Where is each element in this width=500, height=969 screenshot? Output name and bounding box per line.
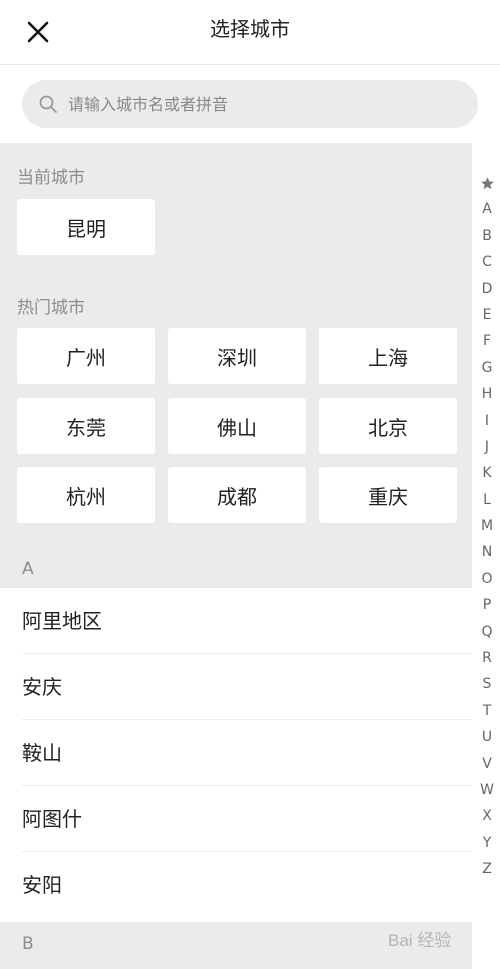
hot-city-button[interactable]: 广州 <box>17 328 155 384</box>
baidu-watermark: Bai 经验 <box>388 918 498 958</box>
hot-city-button[interactable]: 佛山 <box>168 398 306 454</box>
index-letter[interactable]: A <box>474 196 500 222</box>
index-letter[interactable]: R <box>474 645 500 671</box>
hot-cities-title: 热门城市 <box>17 298 85 318</box>
index-letter[interactable]: F <box>474 328 500 354</box>
index-letter[interactable]: N <box>474 539 500 565</box>
search-area <box>0 65 500 143</box>
index-letter[interactable]: Q <box>474 619 500 645</box>
index-letter[interactable]: L <box>474 487 500 513</box>
search-icon <box>39 95 57 113</box>
hot-city-button[interactable]: 成都 <box>168 467 306 523</box>
group-letter-b: B <box>22 934 34 954</box>
index-letter[interactable]: W <box>474 777 500 803</box>
index-letter[interactable]: C <box>474 249 500 275</box>
index-letter[interactable]: J <box>474 434 500 460</box>
current-city-title: 当前城市 <box>17 168 85 188</box>
list-item[interactable]: 安庆 <box>0 654 472 720</box>
hot-city-button[interactable]: 深圳 <box>168 328 306 384</box>
alphabet-index-bar[interactable]: ABCDEFGHIJKLMNOPQRSTUVWXYZ <box>474 170 500 883</box>
current-city-button[interactable]: 昆明 <box>17 199 155 255</box>
list-item[interactable]: 鞍山 <box>0 720 472 786</box>
search-box[interactable] <box>22 80 478 128</box>
hot-city-button[interactable]: 东莞 <box>17 398 155 454</box>
index-star[interactable] <box>474 170 500 196</box>
index-letter[interactable]: G <box>474 355 500 381</box>
index-letter[interactable]: I <box>474 408 500 434</box>
index-letter[interactable]: T <box>474 698 500 724</box>
index-letter[interactable]: B <box>474 223 500 249</box>
group-letter-a: A <box>22 559 34 579</box>
watermark-text: Bai 经验 <box>388 930 452 950</box>
index-letter[interactable]: Z <box>474 856 500 882</box>
index-letter[interactable]: X <box>474 803 500 829</box>
hot-city-button[interactable]: 杭州 <box>17 467 155 523</box>
index-letter[interactable]: O <box>474 566 500 592</box>
city-name: 阿图什 <box>22 807 82 831</box>
index-letter[interactable]: S <box>474 671 500 697</box>
index-letter[interactable]: U <box>474 724 500 750</box>
index-letter[interactable]: P <box>474 592 500 618</box>
city-name: 阿里地区 <box>22 609 102 633</box>
index-letter[interactable]: E <box>474 302 500 328</box>
city-name: 安阳 <box>22 873 62 897</box>
hot-city-button[interactable]: 北京 <box>319 398 457 454</box>
top-bar: 选择城市 <box>0 0 500 65</box>
city-picker-section: 当前城市 昆明 热门城市 广州 深圳 上海 东莞 佛山 北京 杭州 成都 重庆 <box>0 143 472 588</box>
index-letter[interactable]: H <box>474 381 500 407</box>
index-letter[interactable]: D <box>474 276 500 302</box>
list-item[interactable]: 阿里地区 <box>0 588 472 654</box>
list-item[interactable]: 安阳 <box>0 852 472 918</box>
index-letter[interactable]: V <box>474 751 500 777</box>
city-name: 鞍山 <box>22 741 62 765</box>
index-letter[interactable]: Y <box>474 830 500 856</box>
list-item[interactable]: 阿图什 <box>0 786 472 852</box>
index-letter[interactable]: M <box>474 513 500 539</box>
city-name: 安庆 <box>22 675 62 699</box>
search-input[interactable] <box>66 93 430 115</box>
page-title: 选择城市 <box>210 17 290 41</box>
city-list-a: 阿里地区 安庆 鞍山 阿图什 安阳 <box>0 588 472 918</box>
index-letters: ABCDEFGHIJKLMNOPQRSTUVWXYZ <box>474 196 500 882</box>
star-icon <box>480 176 494 189</box>
index-letter[interactable]: K <box>474 460 500 486</box>
hot-city-button[interactable]: 上海 <box>319 328 457 384</box>
hot-city-button[interactable]: 重庆 <box>319 467 457 523</box>
